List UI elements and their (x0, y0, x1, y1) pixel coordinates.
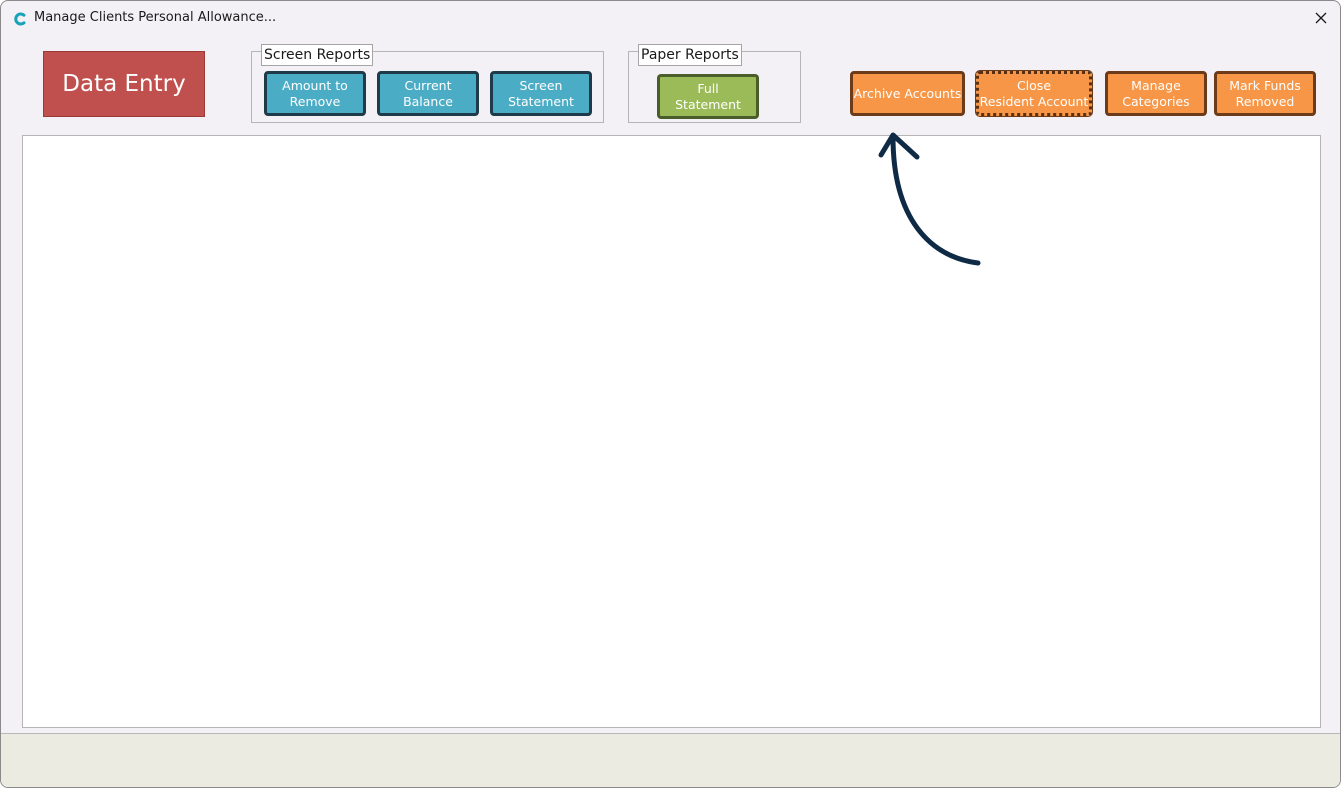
mark-funds-removed-button[interactable]: Mark Funds Removed (1214, 71, 1316, 116)
screen-statement-button[interactable]: Screen Statement (490, 71, 592, 116)
data-entry-button[interactable]: Data Entry (43, 51, 205, 117)
close-icon (1315, 9, 1327, 28)
app-c-icon (13, 11, 27, 26)
archive-accounts-button[interactable]: Archive Accounts (850, 71, 965, 116)
app-window: Manage Clients Personal Allowance... Dat… (0, 0, 1341, 788)
amount-to-remove-button[interactable]: Amount to Remove (264, 71, 366, 116)
full-statement-button[interactable]: Full Statement (657, 74, 759, 119)
manage-categories-button[interactable]: Manage Categories (1105, 71, 1207, 116)
screen-reports-label: Screen Reports (261, 44, 374, 66)
title-bar: Manage Clients Personal Allowance... (1, 1, 1340, 35)
close-button[interactable] (1310, 7, 1332, 29)
current-balance-button[interactable]: Current Balance (377, 71, 479, 116)
close-resident-account-button[interactable]: Close Resident Account (975, 70, 1093, 117)
paper-reports-label: Paper Reports (638, 44, 742, 66)
window-title: Manage Clients Personal Allowance... (34, 10, 277, 25)
curved-arrow-annotation (878, 132, 981, 266)
main-content-area (22, 135, 1321, 728)
status-bar (1, 733, 1340, 787)
